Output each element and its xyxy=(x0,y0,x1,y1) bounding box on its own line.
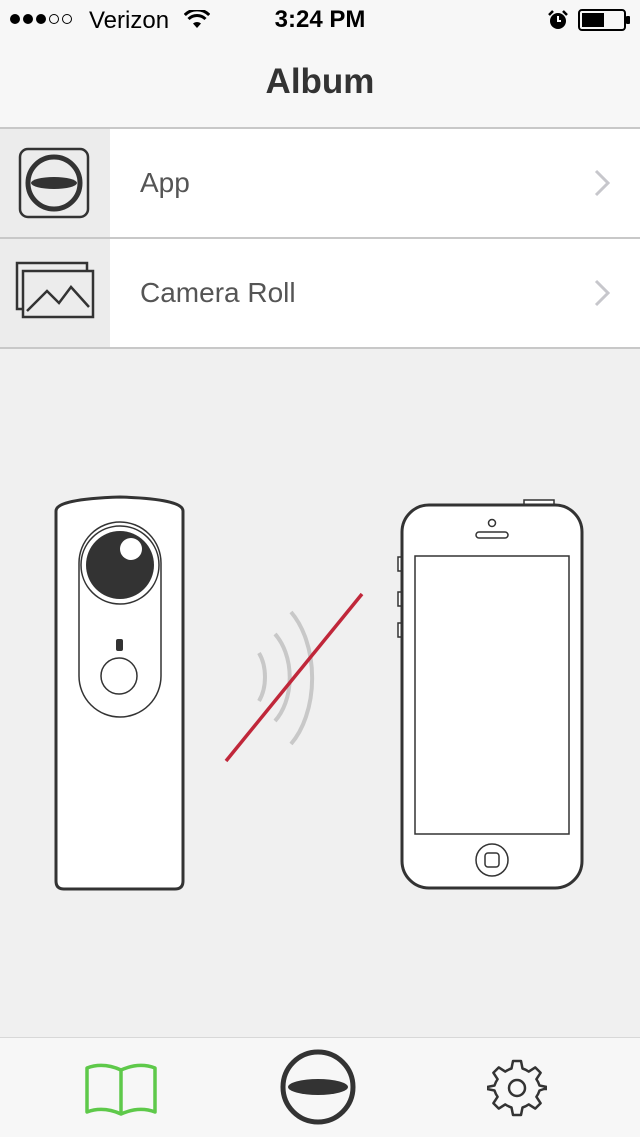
list-item-label: App xyxy=(140,167,190,198)
list-item-camera-roll[interactable]: Camera Roll xyxy=(0,239,640,349)
gear-icon xyxy=(487,1059,547,1117)
theta-camera-icon xyxy=(54,495,185,891)
wifi-waves-icon xyxy=(257,610,315,746)
tab-bar xyxy=(0,1037,640,1137)
battery-icon xyxy=(578,9,630,31)
row-icon-cell xyxy=(0,239,110,347)
chevron-right-icon xyxy=(594,169,610,197)
tab-album[interactable] xyxy=(15,1038,228,1137)
list-item-label: Camera Roll xyxy=(140,277,296,308)
chevron-right-icon xyxy=(594,279,610,307)
page-title: Album xyxy=(265,62,375,101)
theta-app-icon xyxy=(18,147,90,219)
smartphone-icon xyxy=(397,499,584,890)
album-book-icon xyxy=(85,1063,157,1116)
row-icon-cell xyxy=(0,129,110,237)
alarm-icon xyxy=(548,10,568,29)
connection-illustration-graphic xyxy=(54,495,584,891)
tab-settings[interactable] xyxy=(427,1038,640,1137)
status-bar: Verizon 3:24 PM xyxy=(0,0,640,40)
theta-capture-icon xyxy=(280,1049,356,1125)
status-time: 3:24 PM xyxy=(274,6,366,33)
list-item-app[interactable]: App xyxy=(0,129,640,239)
photos-icon xyxy=(15,261,95,319)
connection-illustration xyxy=(0,349,640,1037)
tab-capture[interactable] xyxy=(213,1038,426,1137)
navigation-bar: Album xyxy=(0,40,640,129)
